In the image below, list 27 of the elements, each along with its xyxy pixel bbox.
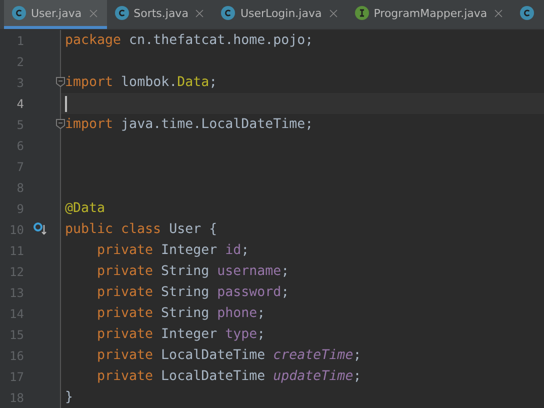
interface-icon bbox=[354, 6, 369, 20]
fold-icon[interactable] bbox=[56, 77, 65, 87]
code-line: @Data bbox=[65, 201, 106, 216]
class-icon bbox=[12, 6, 26, 20]
class-icon bbox=[221, 6, 236, 20]
code-line: private LocalDateTime createTime; bbox=[96, 348, 362, 363]
code-line: } bbox=[65, 390, 74, 405]
code-line: private String password; bbox=[96, 285, 290, 300]
file-tab[interactable]: User.java bbox=[4, 0, 107, 29]
implemented-marker-icon[interactable] bbox=[33, 222, 47, 236]
code-line: import java.time.LocalDateTime; bbox=[65, 117, 314, 132]
class-icon bbox=[114, 6, 129, 20]
code-line: private Integer id; bbox=[96, 243, 250, 258]
code-line: private String phone; bbox=[96, 306, 266, 321]
class-icon bbox=[520, 6, 534, 20]
code-line: private LocalDateTime updateTime; bbox=[96, 369, 362, 384]
code-line: package cn.thefatcat.home.pojo; bbox=[65, 33, 314, 48]
file-tab[interactable]: UserLogin.java bbox=[213, 0, 347, 29]
text-cursor bbox=[65, 96, 67, 112]
code-line: public class User { bbox=[65, 222, 218, 237]
line-number: 4 bbox=[16, 96, 24, 110]
code-line: import lombok.Data; bbox=[65, 75, 218, 90]
fold-icon[interactable] bbox=[56, 119, 65, 129]
code-line: private String username; bbox=[96, 264, 290, 279]
file-tab[interactable]: Sorts.java bbox=[106, 0, 214, 29]
file-tab[interactable]: ProgramMapper.java bbox=[346, 0, 512, 29]
code-line: private Integer type; bbox=[96, 327, 266, 342]
